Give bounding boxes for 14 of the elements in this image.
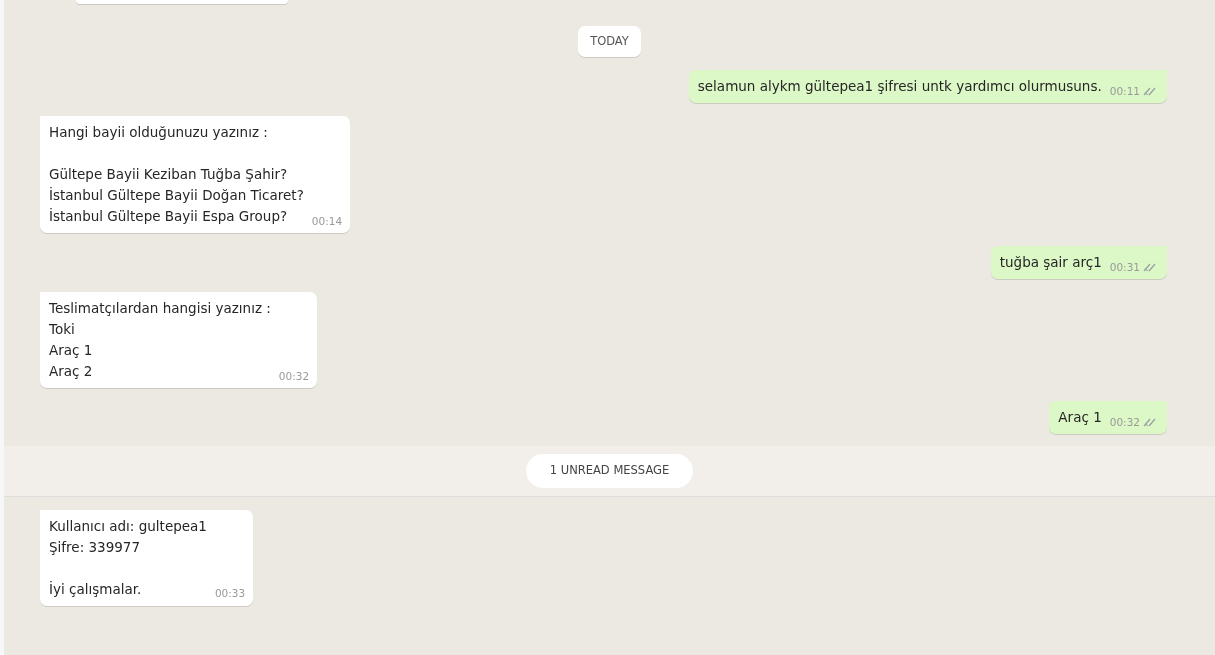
message-time: 00:11 (1109, 83, 1140, 99)
message-text: Hangi bayii olduğunuzu yazınız : Gültepe Bayii Keziban Tuğba Şahir? İstanbul Gültepe Bayii Doğan Ticaret? İstanbul Gültepe Bayii Espa Group? (49, 123, 304, 227)
message-text: selamun alykm gültepea1 şifresi untk yardımcı olurmusuns. (697, 77, 1102, 97)
message-time: 00:31 (1109, 259, 1140, 275)
message-text: Kullanıcı adı: gultepea1 Şifre: 339977 İyi çalışmalar. (49, 516, 207, 599)
date-label: TODAY (578, 26, 641, 58)
message-time: 00:33 (214, 585, 246, 601)
message-text: tuğba şair arç1 (999, 253, 1102, 273)
message-time: 00:14 (311, 213, 343, 229)
message-time: 00:32 (278, 368, 310, 384)
unread-label: 1 UNREAD MESSAGE (525, 454, 694, 488)
message-text: Teslimatçılardan hangisi yazınız : Toki Araç 1 Araç 2 (49, 299, 271, 382)
message-text: Araç 1 (1058, 408, 1102, 428)
message-time: 00:32 (1109, 414, 1140, 430)
